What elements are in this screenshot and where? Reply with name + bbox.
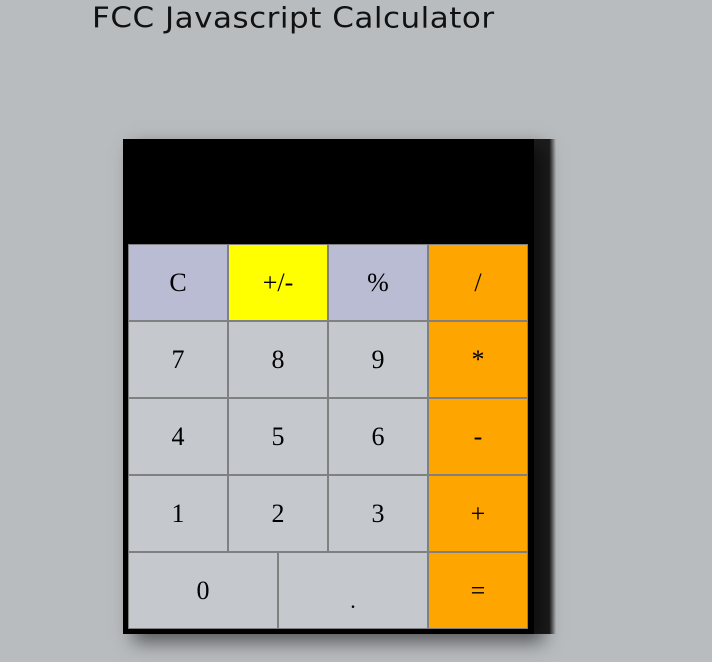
digit-0-button[interactable]: 0 (128, 552, 278, 629)
digit-1-button[interactable]: 1 (128, 475, 228, 552)
clear-button[interactable]: C (128, 244, 228, 321)
digit-4-button[interactable]: 4 (128, 398, 228, 475)
digit-2-button[interactable]: 2 (228, 475, 328, 552)
add-button[interactable]: + (428, 475, 528, 552)
decimal-button[interactable]: . (278, 552, 428, 629)
digit-3-button[interactable]: 3 (328, 475, 428, 552)
equals-button[interactable]: = (428, 552, 528, 629)
calculator: C +/- % / 7 8 9 * 4 5 6 - 1 2 3 + 0 . = (123, 139, 534, 634)
keypad-bottom-row: 0 . = (128, 552, 528, 629)
percent-button[interactable]: % (328, 244, 428, 321)
calculator-display (123, 139, 534, 244)
digit-8-button[interactable]: 8 (228, 321, 328, 398)
digit-7-button[interactable]: 7 (128, 321, 228, 398)
subtract-button[interactable]: - (428, 398, 528, 475)
calculator-shadow-edge (534, 139, 556, 634)
divide-button[interactable]: / (428, 244, 528, 321)
digit-9-button[interactable]: 9 (328, 321, 428, 398)
page-title: FCC Javascript Calculator (92, 1, 495, 35)
digit-6-button[interactable]: 6 (328, 398, 428, 475)
multiply-button[interactable]: * (428, 321, 528, 398)
toggle-sign-button[interactable]: +/- (228, 244, 328, 321)
digit-5-button[interactable]: 5 (228, 398, 328, 475)
